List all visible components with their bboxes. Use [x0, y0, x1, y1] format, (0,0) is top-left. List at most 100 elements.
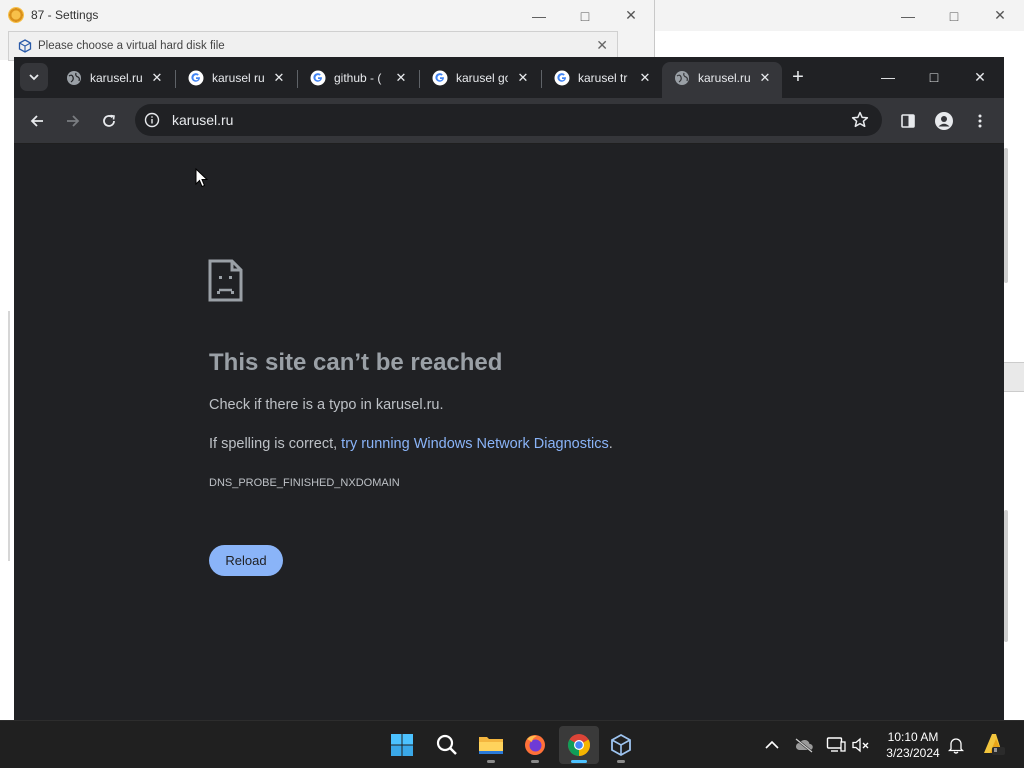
close-tab-icon[interactable]: ✕ — [392, 69, 410, 87]
new-tab-button[interactable]: + — [786, 66, 810, 90]
menu-button[interactable] — [966, 107, 994, 135]
tab-label: karusel tr — [578, 71, 628, 85]
reload-icon — [103, 114, 115, 127]
divider — [8, 311, 10, 561]
search-button[interactable] — [427, 726, 467, 764]
tab-karusel-1[interactable]: karusel.ru ✕ — [54, 62, 174, 98]
background-window-edge — [0, 61, 14, 720]
close-tab-icon[interactable]: ✕ — [148, 69, 166, 87]
panel-band — [1004, 362, 1024, 392]
tab-search-button[interactable] — [20, 63, 48, 91]
sad-document-icon — [208, 259, 243, 302]
reload-page-button[interactable]: Reload — [209, 545, 283, 576]
firefox-icon — [525, 735, 545, 755]
running-indicator — [617, 760, 625, 763]
clock-time: 10:10 AM — [887, 730, 939, 744]
chevron-up-icon — [765, 740, 779, 749]
network-tray[interactable] — [826, 735, 846, 755]
tab-karusel-ru-search[interactable]: karusel ru ✕ — [176, 62, 296, 98]
tab-karusel-go-search[interactable]: karusel go ✕ — [420, 62, 540, 98]
start-icon — [391, 734, 413, 756]
google-icon — [310, 70, 326, 86]
suggestion-suffix: . — [608, 436, 613, 452]
network-icon — [826, 737, 846, 752]
running-indicator — [487, 760, 495, 763]
google-icon — [432, 70, 448, 86]
running-indicator — [531, 760, 539, 763]
virtualbox-icon — [18, 39, 32, 53]
bookmark-star-icon[interactable] — [850, 110, 870, 130]
maximize-button[interactable]: □ — [562, 0, 608, 31]
chrome-button[interactable] — [559, 726, 599, 764]
globe-icon — [675, 71, 689, 85]
forward-button[interactable] — [59, 107, 87, 135]
speaker-muted-icon — [852, 737, 869, 753]
reload-button[interactable] — [95, 107, 123, 135]
side-panel-button[interactable] — [894, 107, 922, 135]
volume-tray[interactable] — [851, 735, 871, 755]
chrome-window: karusel.ru ✕ karusel ru ✕ github - ( ✕ k… — [14, 57, 1004, 720]
tab-strip: karusel.ru ✕ karusel ru ✕ github - ( ✕ k… — [14, 57, 1004, 98]
error-suggestion-diagnostics: If spelling is correct, try running Wind… — [209, 436, 613, 452]
file-explorer-button[interactable] — [471, 726, 511, 764]
minimize-button[interactable]: — — [516, 0, 562, 31]
maximize-button[interactable]: □ — [931, 0, 977, 31]
widgets-button[interactable] — [980, 731, 1006, 757]
clock-date: 3/23/2024 — [886, 746, 940, 760]
chrome-icon — [568, 734, 590, 756]
arrow-right-icon — [67, 115, 80, 127]
settings-app-icon — [8, 7, 24, 23]
back-button[interactable] — [23, 107, 51, 135]
taskbar-clock[interactable]: 10:10 AM 3/23/2024 — [872, 729, 954, 761]
active-indicator — [571, 760, 587, 763]
taskbar: 10:10 AM 3/23/2024 — [0, 720, 1024, 768]
error-title: This site can’t be reached — [209, 349, 503, 376]
show-hidden-icons-button[interactable] — [762, 735, 782, 755]
close-button[interactable]: ✕ — [977, 0, 1023, 31]
settings-window-title: 87 - Settings — [31, 8, 99, 22]
profile-button[interactable] — [930, 107, 958, 135]
suggestion-prefix: If spelling is correct, — [209, 436, 342, 452]
page-content: This site can’t be reached Check if ther… — [14, 144, 1004, 720]
background-window-content — [1004, 144, 1024, 720]
notifications-button[interactable] — [946, 735, 966, 755]
cloud-off-icon — [795, 738, 813, 753]
close-tab-icon[interactable]: ✕ — [756, 69, 774, 87]
tab-karusel-active[interactable]: karusel.ru ✕ — [662, 62, 782, 98]
address-bar[interactable]: karusel.ru — [135, 104, 882, 136]
network-diagnostics-link[interactable]: try running Windows Network Diagnostics — [341, 436, 609, 452]
close-tab-icon[interactable]: ✕ — [514, 69, 532, 87]
tab-github-search[interactable]: github - ( ✕ — [298, 62, 418, 98]
close-icon[interactable]: ✕ — [596, 37, 608, 54]
copilot-pre-icon — [984, 734, 1005, 755]
error-code: DNS_PROBE_FINISHED_NXDOMAIN — [209, 477, 400, 489]
minimize-button[interactable]: — — [865, 59, 911, 95]
tab-label: karusel ru — [212, 71, 264, 85]
chevron-down-icon — [29, 74, 39, 81]
start-button[interactable] — [382, 726, 422, 764]
file-explorer-icon — [479, 737, 503, 754]
close-button[interactable]: ✕ — [608, 0, 654, 31]
globe-icon — [67, 71, 81, 85]
tab-label: karusel.ru — [90, 71, 142, 85]
search-icon — [436, 734, 457, 755]
profile-icon — [935, 112, 953, 130]
close-tab-icon[interactable]: ✕ — [636, 69, 654, 87]
bell-icon — [948, 738, 964, 754]
side-panel-icon — [901, 114, 915, 128]
arrow-left-icon — [30, 115, 43, 127]
firefox-button[interactable] — [515, 726, 555, 764]
onedrive-tray[interactable] — [794, 735, 814, 755]
close-button[interactable]: ✕ — [957, 59, 1003, 95]
url-text[interactable]: karusel.ru — [172, 112, 233, 128]
close-tab-icon[interactable]: ✕ — [270, 69, 288, 87]
minimize-button[interactable]: — — [885, 0, 931, 31]
kebab-menu-icon — [978, 114, 982, 128]
tab-karusel-tr-search[interactable]: karusel tr ✕ — [542, 62, 662, 98]
tab-label: karusel go — [456, 71, 508, 85]
tab-label: karusel.ru — [698, 71, 751, 85]
maximize-button[interactable]: □ — [911, 59, 957, 95]
mouse-cursor-icon — [195, 168, 209, 188]
info-icon[interactable] — [144, 112, 160, 128]
virtualbox-button[interactable] — [601, 726, 641, 764]
